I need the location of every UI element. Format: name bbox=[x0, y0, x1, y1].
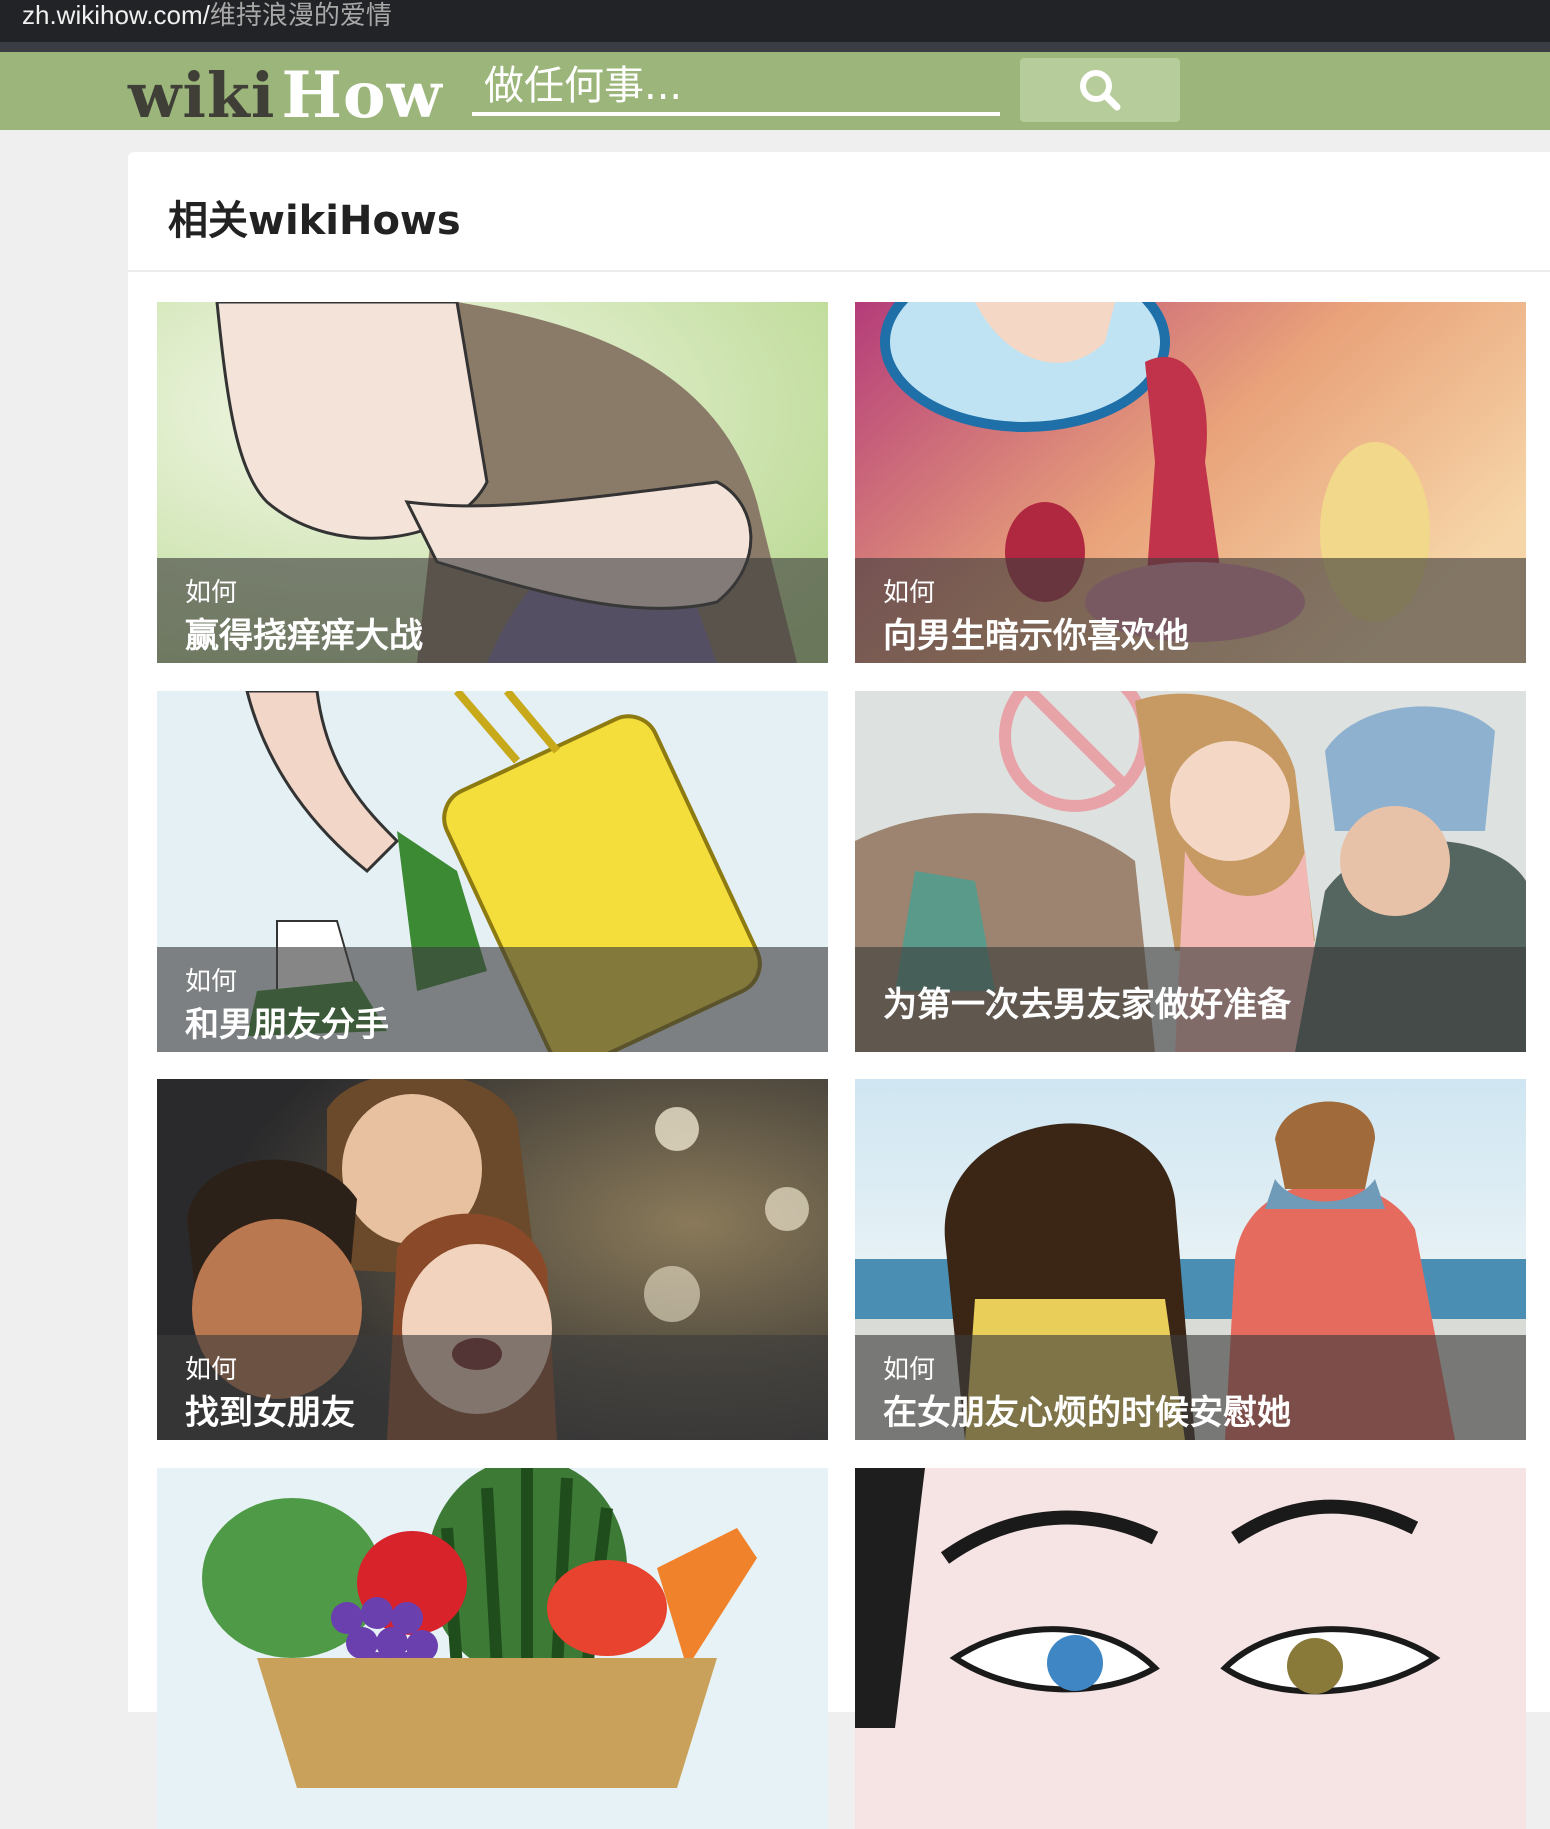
article-illustration-fruit-basket bbox=[157, 1468, 828, 1829]
url-text[interactable]: zh.wikihow.com/维持浪漫的爱情 bbox=[22, 0, 392, 30]
browser-toolbar-edge bbox=[0, 42, 1550, 52]
related-wikihows-card: 相关wikiHows 如何 赢得挠痒痒大战 如何 向男生暗示你喜欢他 如何 和男… bbox=[128, 152, 1550, 1829]
article-caption: 如何 找到女朋友 bbox=[157, 1335, 828, 1440]
article-title[interactable]: 为第一次去男友家做好准备 bbox=[883, 977, 1291, 1026]
related-article-card[interactable]: 如何 找到女朋友 bbox=[157, 1079, 828, 1440]
article-caption: 如何 赢得挠痒痒大战 bbox=[157, 558, 828, 663]
section-divider bbox=[128, 270, 1550, 272]
wikihow-logo[interactable]: wikiHow bbox=[128, 58, 443, 133]
article-prefix: 如何 bbox=[185, 1355, 238, 1385]
article-illustration-eyes-closeup bbox=[855, 1468, 1526, 1829]
related-article-card[interactable]: 如何 赢得挠痒痒大战 bbox=[157, 302, 828, 663]
search-icon bbox=[1080, 70, 1121, 111]
related-article-card[interactable] bbox=[855, 1468, 1526, 1829]
related-article-card[interactable]: 为第一次去男友家做好准备 bbox=[855, 691, 1526, 1052]
browser-address-bar[interactable]: zh.wikihow.com/维持浪漫的爱情 bbox=[0, 0, 1550, 44]
article-prefix: 如何 bbox=[185, 578, 238, 608]
article-title[interactable]: 在女朋友心烦的时候安慰她 bbox=[883, 1385, 1291, 1434]
logo-wiki-text: wiki bbox=[128, 59, 276, 132]
logo-how-text: How bbox=[281, 58, 443, 133]
related-article-card[interactable]: 如何 向男生暗示你喜欢他 bbox=[855, 302, 1526, 663]
related-section-title: 相关wikiHows bbox=[168, 198, 461, 244]
article-caption: 如何 和男朋友分手 bbox=[157, 947, 828, 1052]
article-prefix: 如何 bbox=[883, 578, 936, 608]
url-domain: zh.wikihow.com/ bbox=[22, 0, 210, 30]
url-path: 维持浪漫的爱情 bbox=[209, 0, 392, 30]
search-button[interactable] bbox=[1020, 58, 1180, 122]
article-title[interactable]: 向男生暗示你喜欢他 bbox=[883, 608, 1189, 657]
related-article-card[interactable]: 如何 和男朋友分手 bbox=[157, 691, 828, 1052]
article-title[interactable]: 赢得挠痒痒大战 bbox=[185, 608, 423, 657]
article-title[interactable]: 找到女朋友 bbox=[185, 1385, 355, 1434]
article-prefix: 如何 bbox=[185, 967, 238, 997]
article-caption: 如何 在女朋友心烦的时候安慰她 bbox=[855, 1335, 1526, 1440]
search-input[interactable] bbox=[472, 60, 1000, 116]
article-title[interactable]: 和男朋友分手 bbox=[185, 997, 389, 1046]
article-prefix: 如何 bbox=[883, 1355, 936, 1385]
related-article-card[interactable] bbox=[157, 1468, 828, 1829]
related-article-card[interactable]: 如何 在女朋友心烦的时候安慰她 bbox=[855, 1079, 1526, 1440]
site-header: wikiHow bbox=[0, 52, 1550, 133]
article-caption: 为第一次去男友家做好准备 bbox=[855, 947, 1526, 1052]
article-caption: 如何 向男生暗示你喜欢他 bbox=[855, 558, 1526, 663]
